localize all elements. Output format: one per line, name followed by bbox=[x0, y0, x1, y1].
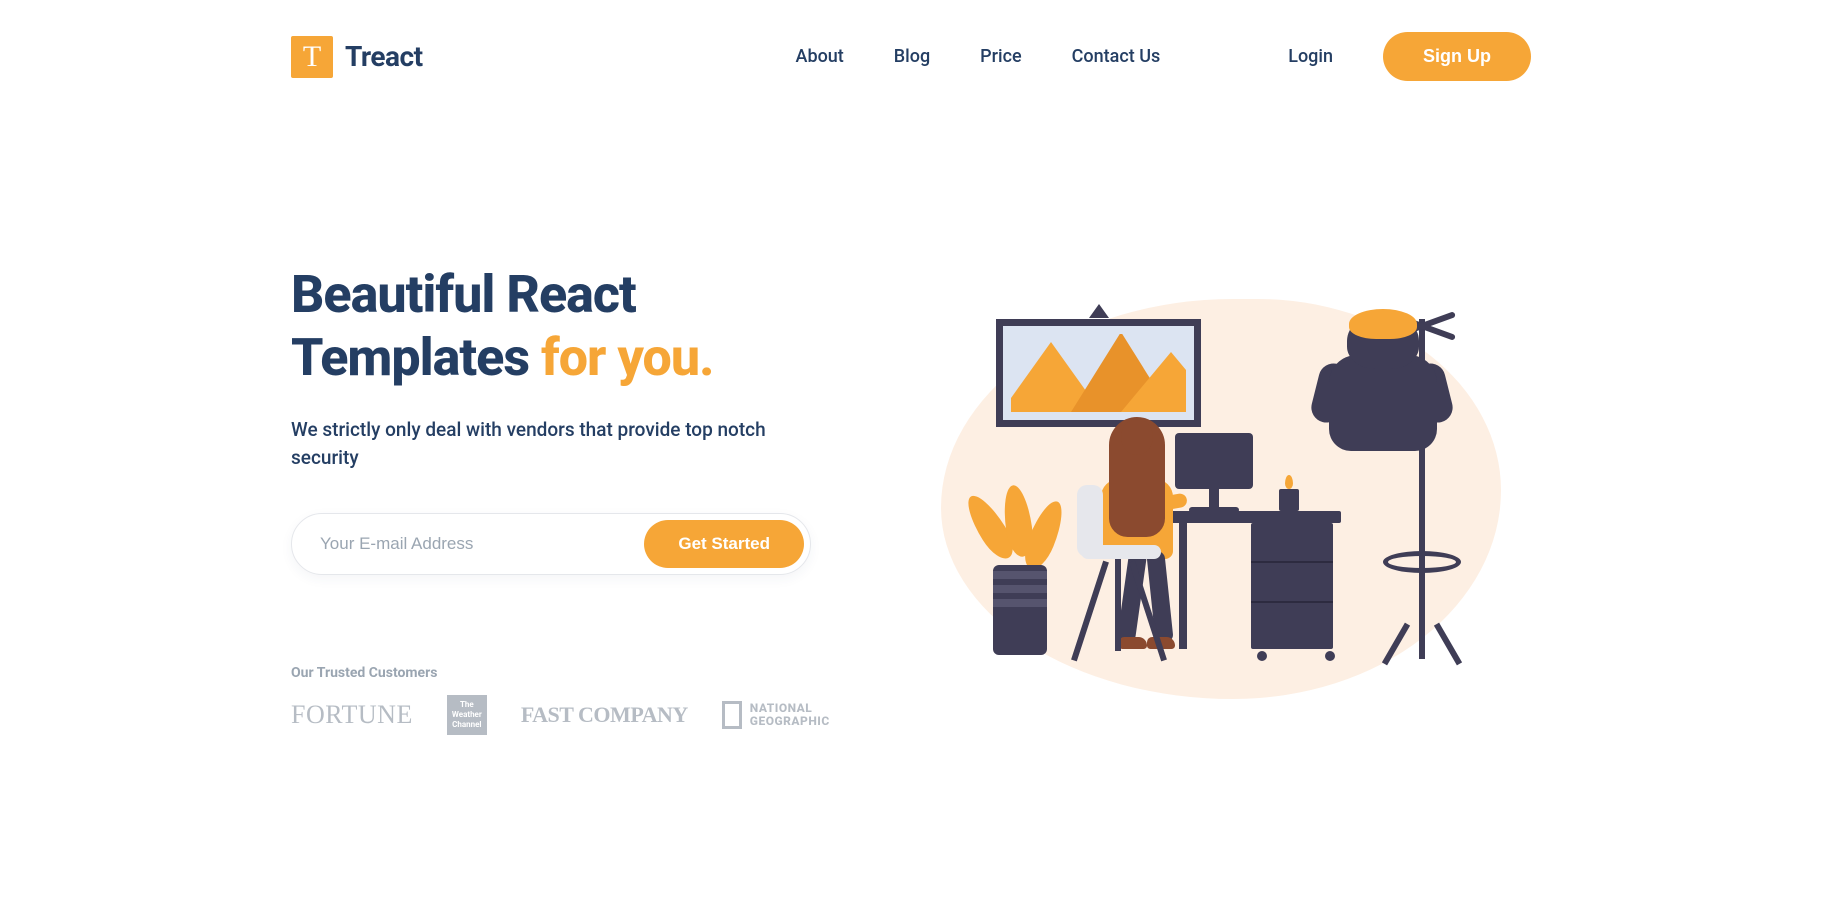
nav-contact[interactable]: Contact Us bbox=[1072, 46, 1161, 67]
nav-blog[interactable]: Blog bbox=[894, 46, 930, 67]
nav-login[interactable]: Login bbox=[1288, 46, 1333, 67]
logo-weather-channel: The Weather Channel bbox=[447, 695, 487, 735]
email-input[interactable] bbox=[316, 522, 644, 566]
nav-price[interactable]: Price bbox=[980, 46, 1021, 67]
hero-title-line1: Beautiful React bbox=[291, 264, 636, 325]
hero-title-line2a: Templates bbox=[291, 327, 541, 388]
desk-icon bbox=[1171, 511, 1341, 523]
coat-icon bbox=[1329, 355, 1437, 451]
logo-national-geographic: NATIONAL GEOGRAPHIC bbox=[722, 701, 830, 729]
signup-button[interactable]: Sign Up bbox=[1383, 32, 1531, 81]
logo-fast-company: FAST COMPANY bbox=[521, 702, 688, 728]
logo-fortune: FORTUNE bbox=[291, 700, 413, 730]
natgeo-frame-icon bbox=[722, 701, 742, 729]
hero-subtitle: We strictly only deal with vendors that … bbox=[291, 416, 811, 473]
header: T Treact About Blog Price Contact Us Log… bbox=[291, 0, 1531, 113]
nav-about[interactable]: About bbox=[796, 46, 844, 67]
brand-name: Treact bbox=[345, 40, 423, 73]
hero-title: Beautiful React Templates for you. bbox=[291, 263, 851, 390]
trusted-label: Our Trusted Customers bbox=[291, 665, 851, 681]
main-nav: About Blog Price Contact Us Login Sign U… bbox=[796, 32, 1531, 81]
candle-icon bbox=[1279, 489, 1299, 511]
hero-title-accent: for you. bbox=[541, 327, 714, 388]
plant-pot-icon bbox=[993, 565, 1047, 655]
drawers-icon bbox=[1251, 523, 1333, 649]
wall-picture-icon bbox=[996, 319, 1201, 427]
monitor-icon bbox=[1175, 433, 1253, 489]
get-started-button[interactable]: Get Started bbox=[644, 520, 804, 568]
email-form: Get Started bbox=[291, 513, 811, 575]
logo-icon: T bbox=[291, 36, 333, 78]
hero-illustration bbox=[911, 279, 1531, 719]
illustration bbox=[941, 289, 1501, 709]
hero-section: Beautiful React Templates for you. We st… bbox=[291, 113, 1531, 735]
trusted-customers: Our Trusted Customers FORTUNE The Weathe… bbox=[291, 665, 851, 735]
brand[interactable]: T Treact bbox=[291, 36, 423, 78]
hero-content: Beautiful React Templates for you. We st… bbox=[291, 263, 851, 735]
trusted-logos: FORTUNE The Weather Channel FAST COMPANY… bbox=[291, 695, 851, 735]
